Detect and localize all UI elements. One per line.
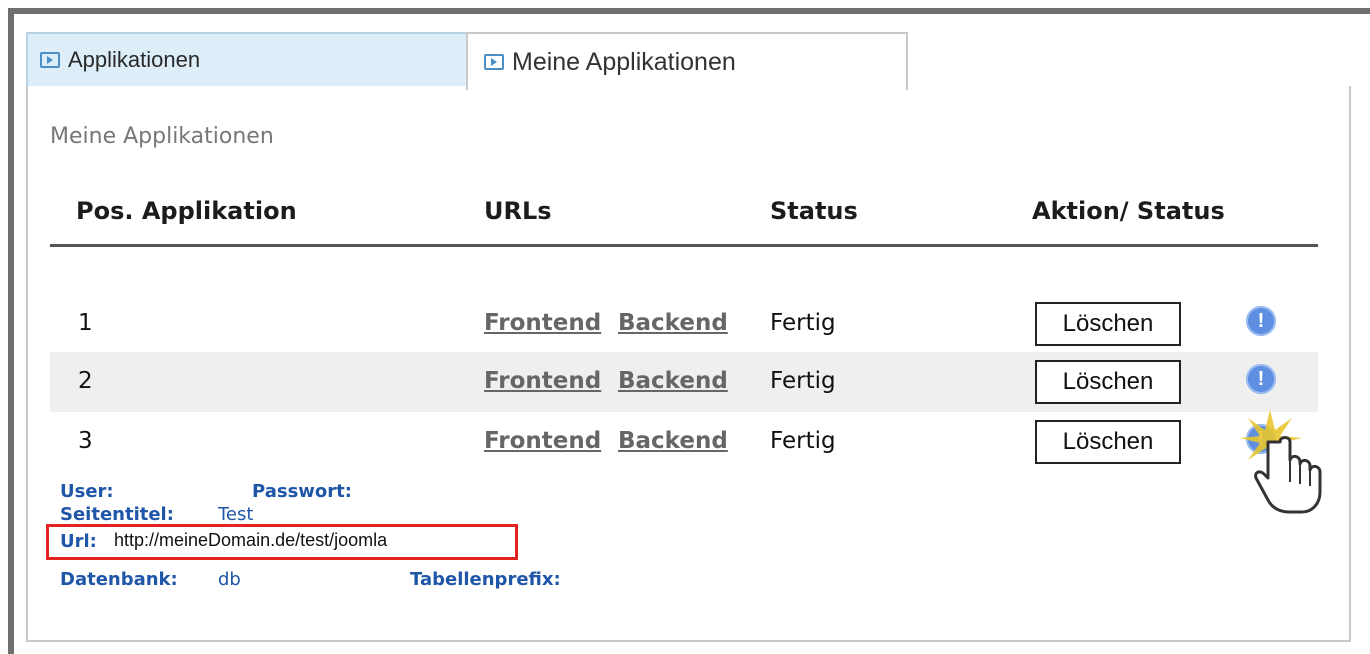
tab-meine-applikationen[interactable]: Meine Applikationen xyxy=(466,32,908,90)
delete-button[interactable]: Löschen xyxy=(1035,302,1181,346)
header-divider xyxy=(50,244,1318,247)
header-pos-applikation: Pos. Applikation xyxy=(76,197,297,225)
backend-link[interactable]: Backend xyxy=(618,310,728,336)
page-title-value: Test xyxy=(218,504,254,525)
info-icon[interactable]: ! xyxy=(1246,306,1276,336)
window-frame-left xyxy=(8,8,14,654)
url-label: Url: xyxy=(60,531,97,552)
hand-cursor-icon xyxy=(1254,436,1322,514)
table-row: 1 Frontend Backend Fertig Löschen ! xyxy=(50,294,1318,354)
table-prefix-label: Tabellenprefix: xyxy=(410,569,561,590)
database-value: db xyxy=(218,569,241,590)
delete-button[interactable]: Löschen xyxy=(1035,360,1181,404)
tab-label: Meine Applikationen xyxy=(512,47,736,76)
row-status: Fertig xyxy=(770,310,836,336)
frontend-link[interactable]: Frontend xyxy=(484,310,601,336)
expand-arrow-icon xyxy=(40,52,60,68)
row-position: 1 xyxy=(78,310,93,336)
row-status: Fertig xyxy=(770,428,836,454)
url-value: http://meineDomain.de/test/joomla xyxy=(114,530,388,550)
window-frame-top xyxy=(8,8,1370,14)
tab-label: Applikationen xyxy=(68,47,201,72)
row-status: Fertig xyxy=(770,368,836,394)
row-position: 3 xyxy=(78,428,93,454)
backend-link[interactable]: Backend xyxy=(618,368,728,394)
hand-pointer-cursor xyxy=(1240,410,1322,514)
table-row: 2 Frontend Backend Fertig Löschen ! xyxy=(50,352,1318,412)
row-position: 2 xyxy=(78,368,93,394)
expand-arrow-icon xyxy=(484,54,504,70)
info-icon[interactable]: ! xyxy=(1246,364,1276,394)
user-label: User: xyxy=(60,481,114,502)
table-row: 3 Frontend Backend Fertig Löschen ! xyxy=(50,412,1318,472)
frontend-link[interactable]: Frontend xyxy=(484,368,601,394)
header-status: Status xyxy=(770,197,858,225)
section-title: Meine Applikationen xyxy=(50,124,274,149)
database-label: Datenbank: xyxy=(60,569,178,590)
tab-applikationen[interactable]: Applikationen xyxy=(26,32,466,88)
header-urls: URLs xyxy=(484,197,552,225)
frontend-link[interactable]: Frontend xyxy=(484,428,601,454)
header-aktion-status: Aktion/ Status xyxy=(1032,197,1225,225)
password-label: Passwort: xyxy=(252,481,352,502)
delete-button[interactable]: Löschen xyxy=(1035,420,1181,464)
backend-link[interactable]: Backend xyxy=(618,428,728,454)
page-title-label: Seitentitel: xyxy=(60,504,174,525)
